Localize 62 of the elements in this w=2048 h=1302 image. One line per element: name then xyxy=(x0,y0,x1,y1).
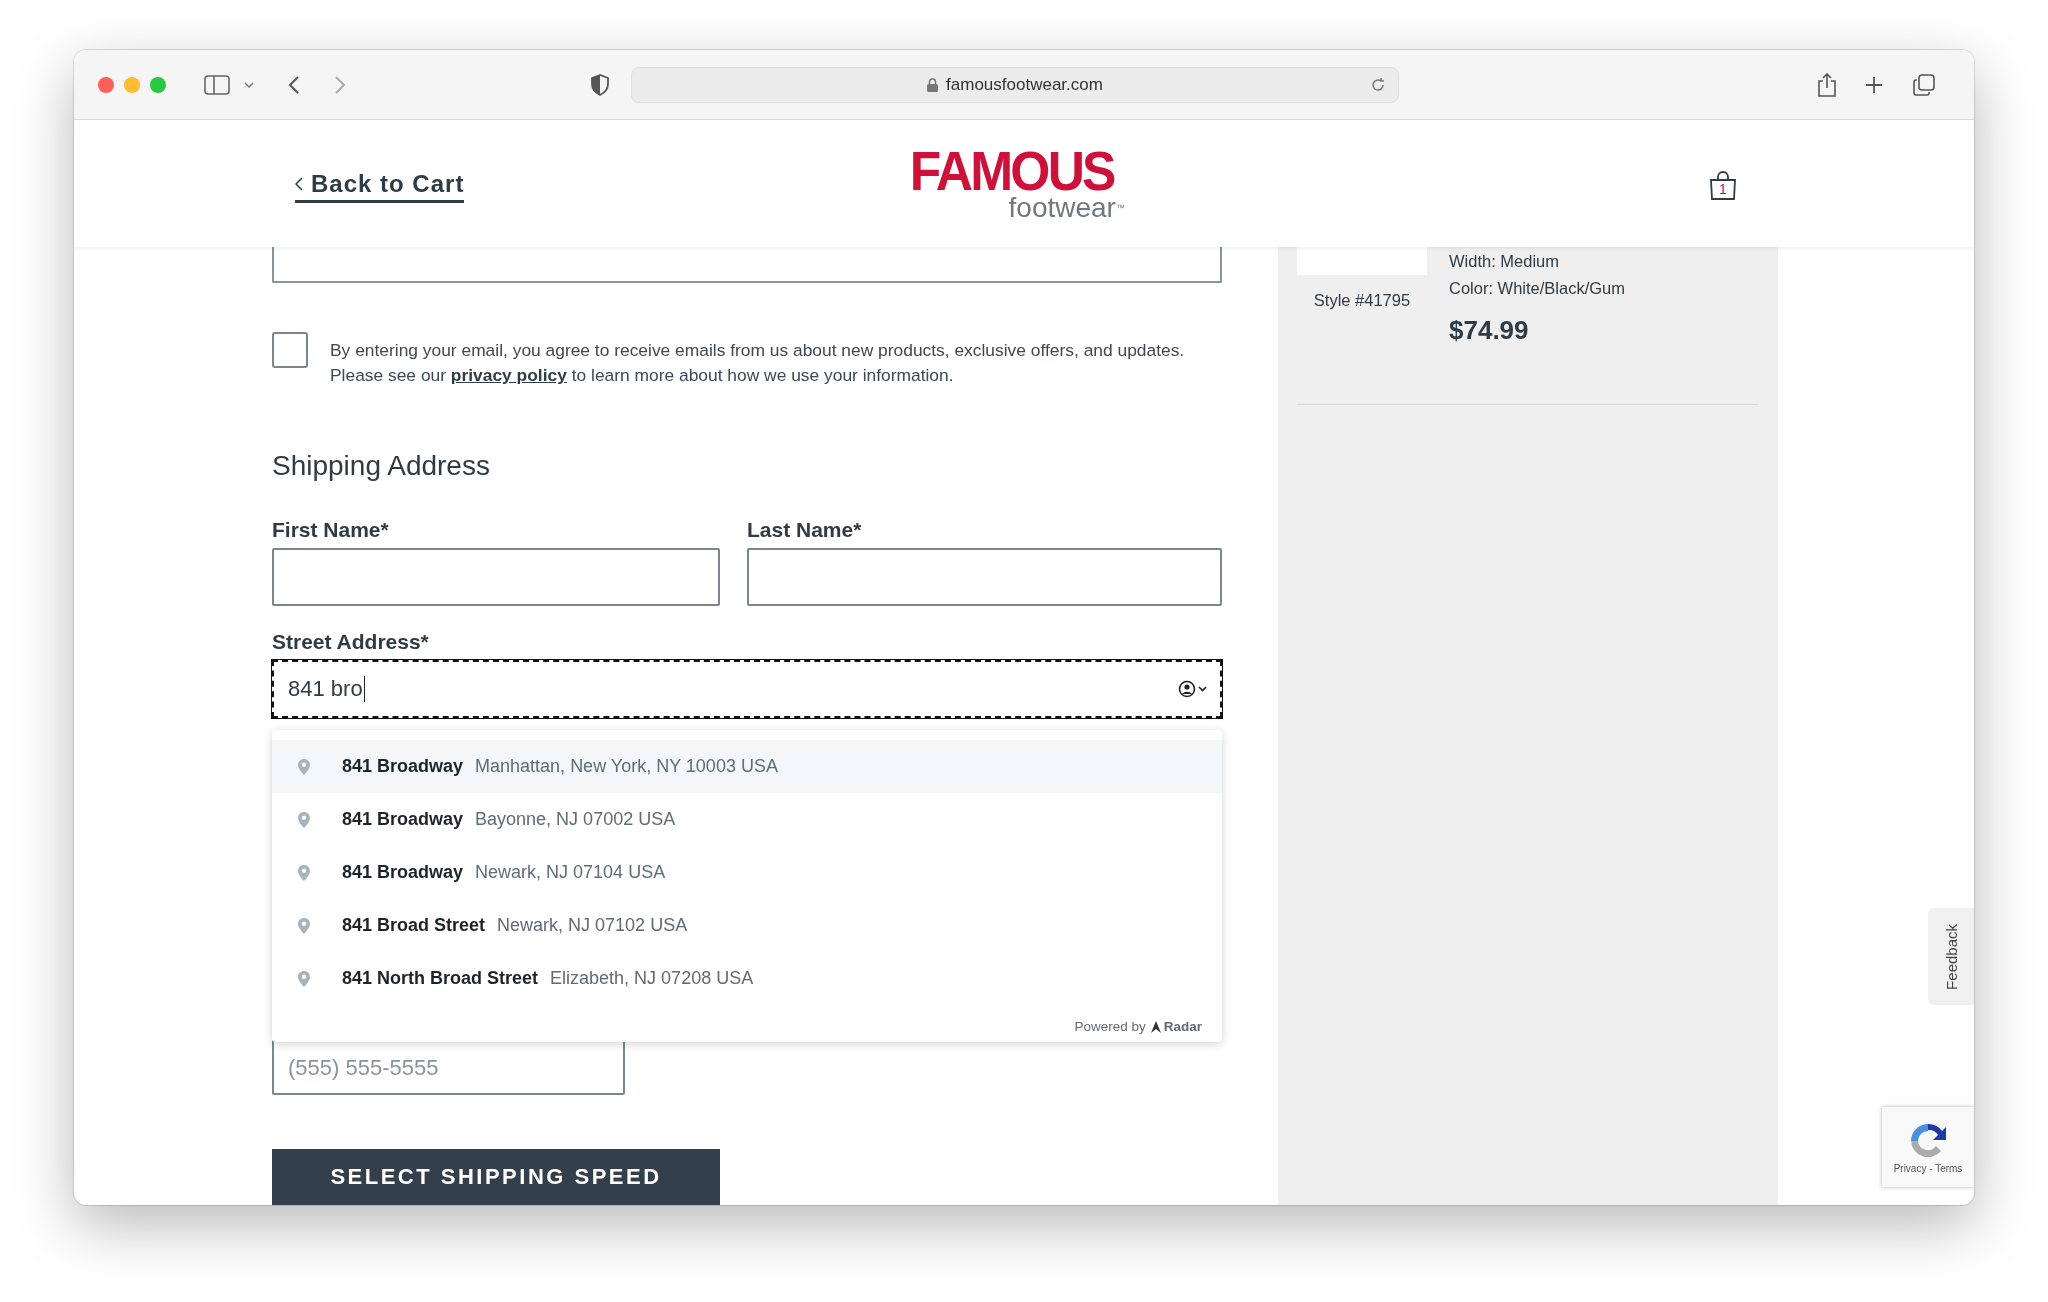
street-name: 841 North Broad Street xyxy=(342,968,539,989)
radar-brand: Radar xyxy=(1163,1019,1202,1034)
reload-icon[interactable] xyxy=(1370,76,1386,93)
input-field[interactable] xyxy=(272,548,720,606)
address-suggestion[interactable]: 841 North Broad Street Elizabeth, NJ 07208 USA xyxy=(272,952,1222,1005)
close-window-button[interactable] xyxy=(98,76,114,93)
color-text: Color: White/Black/Gum xyxy=(1449,278,1626,299)
shield-icon[interactable] xyxy=(591,73,609,96)
phone-field[interactable]: (555) 555-5555 xyxy=(272,1040,625,1095)
locality-text: Newark, NJ 07104 USA xyxy=(475,862,666,883)
consent-text: By entering your email, you agree to receive emails from us about new products, exclusive offers, and updates. Please see our privacy policy to learn more about how we use your information. xyxy=(330,339,1185,387)
feedback-tab[interactable]: Feedback xyxy=(1928,908,1974,1005)
privacy-terms-links[interactable]: Privacy - Terms xyxy=(1893,1162,1963,1174)
powered-by-text: Powered by xyxy=(1074,1019,1146,1034)
width-text: Width: Medium xyxy=(1449,251,1561,272)
locality-text: Bayonne, NJ 07002 USA xyxy=(475,809,676,830)
input-field[interactable]: 841 bro xyxy=(272,660,1222,718)
address-bar[interactable]: famousfootwear.com xyxy=(631,66,1399,103)
shopping-bag-icon xyxy=(1707,170,1738,201)
logo[interactable]: FAMOUS footwear™ xyxy=(901,146,1123,221)
autofill-contact-icon[interactable] xyxy=(1178,680,1208,698)
address-suggestion[interactable]: 841 Broadway Bayonne, NJ 07002 USA xyxy=(272,793,1222,846)
address-suggestion[interactable]: 841 Broadway Manhattan, New York, NY 10003 USA xyxy=(272,740,1222,793)
forward-icon[interactable] xyxy=(334,74,346,95)
share-icon[interactable] xyxy=(1817,72,1837,97)
input-field[interactable] xyxy=(747,548,1222,606)
checkbox[interactable] xyxy=(272,332,308,368)
map-pin-icon xyxy=(298,864,310,881)
style-number: Style #41795 xyxy=(1313,290,1411,311)
street-name: 841 Broad Street xyxy=(342,915,486,936)
map-pin-icon xyxy=(298,970,310,987)
back-to-cart-link[interactable]: Back to Cart xyxy=(295,170,465,203)
address-suggestion[interactable]: 841 Broad Street Newark, NJ 07102 USA xyxy=(272,899,1222,952)
field-label: First Name* xyxy=(272,518,390,542)
tabs-icon[interactable] xyxy=(1913,73,1935,96)
street-name: 841 Broadway xyxy=(342,862,464,883)
map-pin-icon xyxy=(298,758,310,775)
field-label: Last Name* xyxy=(747,518,863,542)
map-pin-icon xyxy=(298,811,310,828)
section-title: Shipping Address xyxy=(272,450,491,482)
privacy-policy-link[interactable]: privacy policy xyxy=(450,365,567,385)
maximize-window-button[interactable] xyxy=(150,76,166,93)
select-shipping-speed-button[interactable]: SELECT SHIPPING SPEED xyxy=(272,1149,720,1205)
street-name: 841 Broadway xyxy=(342,809,464,830)
sidebar-icon[interactable] xyxy=(204,74,230,95)
field-label: Street Address* xyxy=(272,630,430,654)
radar-logo-icon xyxy=(1150,1020,1161,1033)
address-suggestion[interactable]: 841 Broadway Newark, NJ 07104 USA xyxy=(272,846,1222,899)
chevron-down-icon[interactable] xyxy=(244,80,254,89)
locality-text: Elizabeth, NJ 07208 USA xyxy=(550,968,754,989)
plus-icon[interactable] xyxy=(1865,75,1883,94)
back-icon[interactable] xyxy=(288,74,300,95)
lock-icon xyxy=(927,77,939,92)
input-field[interactable] xyxy=(272,247,1222,283)
street-name: 841 Broadway xyxy=(342,756,464,777)
url-text: famousfootwear.com xyxy=(946,74,1103,95)
price: $74.99 xyxy=(1449,315,1530,346)
locality-text: Newark, NJ 07102 USA xyxy=(497,915,688,936)
locality-text: Manhattan, New York, NY 10003 USA xyxy=(475,756,778,777)
cart-button[interactable]: 1 xyxy=(1707,170,1738,201)
chevron-left-icon xyxy=(295,177,303,191)
map-pin-icon xyxy=(298,917,310,934)
